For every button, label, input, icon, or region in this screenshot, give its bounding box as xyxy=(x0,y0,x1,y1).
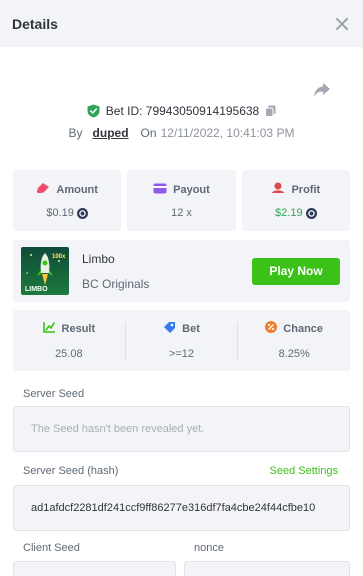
chance-stat: Chance 8.25% xyxy=(238,321,350,360)
amount-card: Amount $0.19 xyxy=(13,170,122,231)
chance-label: Chance xyxy=(283,322,324,335)
amount-label: Amount xyxy=(56,183,98,196)
game-provider: BC Originals xyxy=(82,276,150,291)
copy-icon[interactable] xyxy=(265,105,276,117)
payout-label: Payout xyxy=(173,183,210,196)
server-seed-field[interactable]: The Seed hasn't been revealed yet. xyxy=(13,406,350,452)
limbo-game-thumbnail[interactable]: 100x LIMBO xyxy=(21,247,69,295)
percent-icon xyxy=(265,321,278,336)
chance-value: 8.25% xyxy=(278,348,310,360)
coin-icon xyxy=(305,207,317,219)
payout-icon xyxy=(153,183,167,197)
bet-author-row: By duped On 12/11/2022, 10:41:03 PM xyxy=(0,126,363,140)
by-label: By xyxy=(68,126,83,140)
game-card: 100x LIMBO Limbo BC Originals Play Now xyxy=(13,240,350,302)
game-name[interactable]: Limbo xyxy=(82,252,252,266)
client-seed-label: Client Seed xyxy=(23,542,80,554)
game-result-stats: Result 25.08 Bet >=12 Chance 8.25% xyxy=(13,310,350,371)
bet-id-row: Bet ID: 79943050914195638 xyxy=(0,104,363,118)
amount-icon xyxy=(36,182,50,197)
profit-icon xyxy=(271,182,285,197)
server-seed-hash-field[interactable]: ad1afdcf2281df241ccf9ff86277e316df7fa4cb… xyxy=(13,485,350,531)
result-value: 25.08 xyxy=(55,348,83,360)
username-link[interactable]: duped xyxy=(93,126,129,140)
bet-date: 12/11/2022, 10:41:03 PM xyxy=(160,126,295,140)
profit-card: Profit $2.19 xyxy=(241,170,350,231)
bet-value: >=12 xyxy=(168,348,195,360)
bet-tag-icon xyxy=(163,321,176,336)
page-title: Details xyxy=(12,15,58,32)
on-label: On xyxy=(140,126,157,140)
result-chart-icon xyxy=(42,321,56,336)
close-icon[interactable] xyxy=(333,15,351,33)
coin-icon xyxy=(76,207,88,219)
bet-stat: Bet >=12 xyxy=(126,321,239,360)
bet-label: Bet xyxy=(182,322,200,335)
profit-value: $2.19 xyxy=(275,207,303,219)
payout-card: Payout 12 x xyxy=(127,170,236,231)
svg-text:100x: 100x xyxy=(52,254,66,260)
verified-shield-icon xyxy=(87,104,100,118)
nonce-label: nonce xyxy=(194,542,224,554)
result-stat: Result 25.08 xyxy=(13,321,126,360)
payout-value: 12 x xyxy=(171,206,192,219)
svg-text:LIMBO: LIMBO xyxy=(25,286,48,293)
result-label: Result xyxy=(61,322,96,335)
share-icon[interactable] xyxy=(313,82,331,98)
nonce-field[interactable] xyxy=(184,561,350,576)
details-header: Details xyxy=(0,0,363,47)
bet-id: Bet ID: 79943050914195638 xyxy=(105,104,260,118)
server-seed-label: Server Seed xyxy=(23,388,85,400)
server-seed-placeholder: The Seed hasn't been revealed yet. xyxy=(31,423,205,435)
profit-label: Profit xyxy=(291,183,321,196)
play-now-button[interactable]: Play Now xyxy=(252,257,340,285)
seed-settings-link[interactable]: Seed Settings xyxy=(270,465,339,477)
server-seed-hash-label: Server Seed (hash) xyxy=(23,465,119,477)
amount-value: $0.19 xyxy=(46,207,74,219)
bet-stats: Amount $0.19 Payout 12 x Profit $2.19 xyxy=(13,170,350,231)
server-seed-hash-value: ad1afdcf2281df241ccf9ff86277e316df7fa4cb… xyxy=(31,502,316,514)
client-seed-field[interactable] xyxy=(13,561,176,576)
